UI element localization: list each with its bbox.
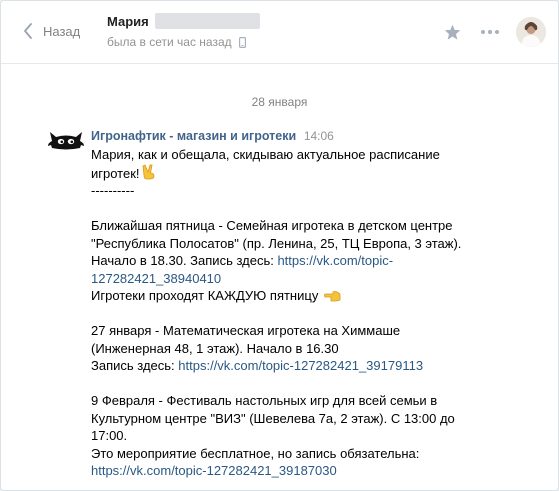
- message-text-fragment: Начало в 18.30. Запись здесь:: [91, 253, 274, 268]
- message-line: ----------: [91, 183, 135, 198]
- message-line: Начало в 18.30. Запись здесь: https://vk…: [91, 252, 548, 270]
- message-line: Игротеки проходят КАЖДУЮ пятницу: [91, 287, 548, 305]
- avatar-photo: [516, 17, 546, 47]
- header-actions: [444, 17, 546, 47]
- topic-link[interactable]: https://vk.com/topic-127282421_39179113: [178, 358, 423, 373]
- message-line: 27 января - Математическая игротека на Х…: [91, 323, 401, 338]
- topic-link[interactable]: https://vk.com/topic-127282421_39187030: [91, 463, 337, 478]
- mobile-phone-icon: [238, 36, 246, 48]
- back-label: Назад: [43, 23, 81, 39]
- message-text-fragment: игротек!: [91, 165, 140, 181]
- message-time[interactable]: 14:06: [304, 129, 334, 143]
- message-line: Это мероприятие бесплатное, но запись об…: [91, 445, 420, 461]
- chat-header: Назад Мария была в сети час назад: [1, 1, 558, 64]
- victory-hand-emoji: [142, 163, 154, 179]
- message-line: Культурном центре "ВИЗ" (Шевелева 7а, 2 …: [91, 410, 455, 426]
- message-line: (Инженерная 48, 1 этаж). Начало в 16.30: [91, 340, 339, 356]
- online-status: была в сети час назад: [107, 35, 232, 49]
- user-info[interactable]: Мария была в сети час назад: [107, 13, 260, 49]
- message-line: 17:00.: [91, 428, 128, 443]
- redacted-surname: [154, 13, 260, 29]
- pointing-left-hand-emoji: [324, 291, 341, 302]
- avatar[interactable]: [516, 17, 546, 47]
- chevron-left-icon: [24, 23, 32, 39]
- message-history: 28 января Игронафтик - магазин и игротек…: [1, 64, 558, 490]
- message-text: Мария, как и обещала, скидываю актуально…: [91, 146, 548, 480]
- sender-avatar[interactable]: [47, 128, 85, 153]
- message-line: 9 Февраля - Фестиваль настольных игр для…: [91, 393, 438, 408]
- more-dots-icon[interactable]: [481, 30, 499, 34]
- black-cat-logo: [48, 132, 84, 150]
- topic-link[interactable]: https://vk.com/topic-: [277, 253, 393, 268]
- topic-link[interactable]: 127282421_38940410: [91, 271, 221, 286]
- message-text-fragment: Игротеки проходят КАЖДУЮ пятницу: [91, 288, 319, 303]
- date-separator: 28 января: [251, 95, 308, 109]
- message-line: 127282421_38940410: [91, 270, 548, 288]
- message-line: Мария, как и обещала, скидываю актуально…: [91, 147, 440, 162]
- message-line: Ближайшая пятница - Семейная игротека в …: [91, 218, 453, 233]
- message-line: Запись здесь: https://vk.com/topic-12728…: [91, 357, 548, 375]
- message-line: "Республика Полосатов" (пр. Ленина, 25, …: [91, 235, 462, 251]
- message-author[interactable]: Игронафтик - магазин и игротеки: [91, 129, 296, 143]
- message-text-fragment: Запись здесь:: [91, 358, 175, 373]
- message-line: игротек!: [91, 163, 548, 183]
- back-button[interactable]: Назад: [23, 23, 80, 39]
- star-icon[interactable]: [444, 24, 461, 40]
- message-line: https://vk.com/topic-127282421_39187030: [91, 462, 548, 480]
- user-name[interactable]: Мария: [107, 14, 149, 29]
- chat-window: Назад Мария была в сети час назад 28 янв…: [0, 0, 559, 491]
